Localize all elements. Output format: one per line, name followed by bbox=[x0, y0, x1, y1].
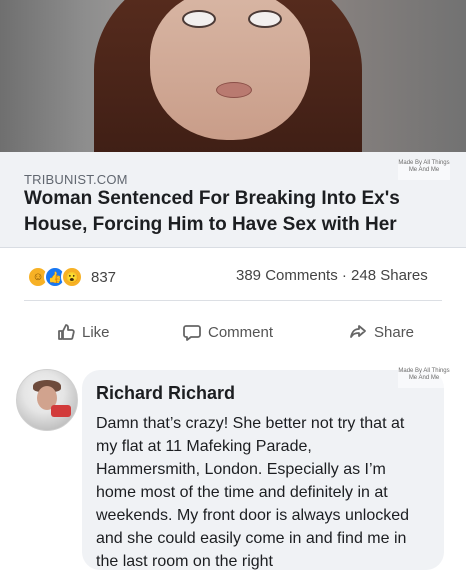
right-eye bbox=[248, 10, 282, 28]
reaction-count: 837 bbox=[91, 268, 117, 286]
comment-icon bbox=[182, 322, 202, 342]
avatar-red-badge bbox=[51, 405, 71, 417]
share-label: Share bbox=[374, 323, 415, 341]
photo-face bbox=[150, 0, 310, 140]
watermark-top: Made By All Things Me And Me bbox=[398, 160, 450, 180]
comment-label: Comment bbox=[208, 323, 274, 341]
post-photo[interactable] bbox=[0, 0, 466, 152]
thumbs-up-icon bbox=[56, 322, 76, 342]
post-divider bbox=[24, 300, 442, 301]
like-label: Like bbox=[82, 323, 110, 341]
reaction-summary[interactable]: ☺ 👍 😮 837 bbox=[27, 266, 116, 288]
link-domain: TRIBUNIST.COM bbox=[24, 172, 128, 187]
mouth bbox=[216, 82, 252, 98]
wow-reaction-icon: 😮 bbox=[61, 266, 83, 288]
link-headline[interactable]: Woman Sentenced For Breaking Into Ex's H… bbox=[24, 186, 442, 238]
comment-text: Damn that’s crazy! She better not try th… bbox=[96, 415, 410, 570]
share-icon bbox=[348, 322, 368, 342]
share-button[interactable]: Share bbox=[348, 322, 414, 342]
left-eye bbox=[182, 10, 216, 28]
like-button[interactable]: Like bbox=[56, 322, 110, 342]
comment-button[interactable]: Comment bbox=[182, 322, 273, 342]
commenter-avatar[interactable] bbox=[16, 369, 78, 431]
post-actions: Like Comment Share bbox=[26, 322, 436, 350]
watermark-comment: Made By All Things Me And Me bbox=[398, 368, 450, 388]
comment-author[interactable]: Richard Richard bbox=[96, 383, 235, 404]
post-stats[interactable]: 389 Comments · 248 Shares bbox=[236, 267, 428, 284]
